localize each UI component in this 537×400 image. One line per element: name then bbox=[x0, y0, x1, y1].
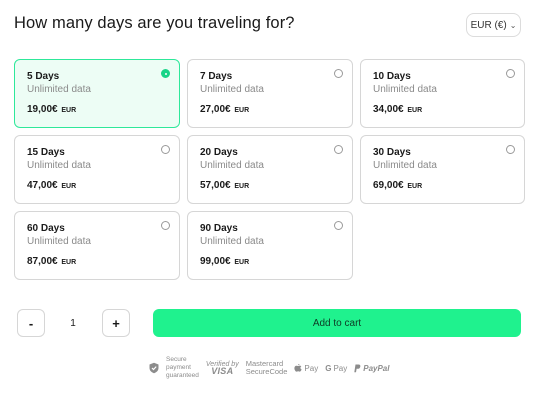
currency-selector[interactable]: EUR (€) ⌄ bbox=[466, 13, 521, 37]
apple-pay-logo: Pay bbox=[294, 363, 318, 373]
plan-days: 20 Days bbox=[200, 147, 238, 158]
secure-text-line: payment bbox=[166, 364, 191, 371]
shield-icon bbox=[149, 362, 159, 374]
plan-card-5-days[interactable]: 5 Days Unlimited data 19,00€ EUR bbox=[14, 59, 180, 128]
secure-text-line: Secure bbox=[166, 356, 187, 363]
plan-data: Unlimited data bbox=[27, 84, 91, 95]
paypal-icon bbox=[354, 364, 361, 372]
plan-days: 15 Days bbox=[27, 147, 65, 158]
chevron-down-icon: ⌄ bbox=[509, 20, 517, 30]
radio-selected-icon[interactable] bbox=[161, 69, 170, 78]
radio-icon[interactable] bbox=[506, 69, 515, 78]
radio-icon[interactable] bbox=[506, 145, 515, 154]
payment-methods: Secure payment guaranteed Verified by VI… bbox=[148, 355, 389, 381]
page-title: How many days are you traveling for? bbox=[14, 14, 295, 32]
plan-price: 47,00€ EUR bbox=[27, 180, 77, 191]
plan-data: Unlimited data bbox=[200, 236, 264, 247]
plan-price: 19,00€ EUR bbox=[27, 104, 77, 115]
plan-card-30-days[interactable]: 30 Days Unlimited data 69,00€ EUR bbox=[360, 135, 525, 204]
plan-days: 7 Days bbox=[200, 71, 233, 82]
secure-text-line: guaranteed bbox=[166, 372, 199, 379]
radio-icon[interactable] bbox=[334, 221, 343, 230]
apple-icon bbox=[294, 363, 303, 372]
plan-data: Unlimited data bbox=[373, 160, 437, 171]
radio-icon[interactable] bbox=[334, 145, 343, 154]
add-to-cart-button[interactable]: Add to cart bbox=[153, 309, 521, 337]
plan-price: 99,00€ EUR bbox=[200, 256, 250, 267]
plan-data: Unlimited data bbox=[200, 160, 264, 171]
plan-price: 27,00€ EUR bbox=[200, 104, 250, 115]
plan-card-10-days[interactable]: 10 Days Unlimited data 34,00€ EUR bbox=[360, 59, 525, 128]
google-g-icon: G bbox=[325, 363, 332, 373]
plan-days: 60 Days bbox=[27, 223, 65, 234]
plan-card-7-days[interactable]: 7 Days Unlimited data 27,00€ EUR bbox=[187, 59, 353, 128]
plan-days: 5 Days bbox=[27, 71, 60, 82]
plan-price: 69,00€ EUR bbox=[373, 180, 423, 191]
quantity-increase-button[interactable]: + bbox=[102, 309, 130, 337]
plan-data: Unlimited data bbox=[200, 84, 264, 95]
plan-price: 57,00€ EUR bbox=[200, 180, 250, 191]
currency-label: EUR (€) bbox=[470, 19, 507, 31]
plan-card-15-days[interactable]: 15 Days Unlimited data 47,00€ EUR bbox=[14, 135, 180, 204]
google-pay-logo: G Pay bbox=[325, 363, 348, 373]
plan-data: Unlimited data bbox=[27, 236, 91, 247]
secure-payment-badge: Secure payment guaranteed bbox=[148, 356, 199, 380]
quantity-decrease-button[interactable]: - bbox=[17, 309, 45, 337]
paypal-logo: PayPal bbox=[354, 364, 389, 373]
plan-card-60-days[interactable]: 60 Days Unlimited data 87,00€ EUR bbox=[14, 211, 180, 280]
plan-days: 90 Days bbox=[200, 223, 238, 234]
radio-icon[interactable] bbox=[334, 69, 343, 78]
plan-price: 87,00€ EUR bbox=[27, 256, 77, 267]
plan-card-90-days[interactable]: 90 Days Unlimited data 99,00€ EUR bbox=[187, 211, 353, 280]
radio-icon[interactable] bbox=[161, 221, 170, 230]
plan-card-20-days[interactable]: 20 Days Unlimited data 57,00€ EUR bbox=[187, 135, 353, 204]
plan-days: 30 Days bbox=[373, 147, 411, 158]
radio-icon[interactable] bbox=[161, 145, 170, 154]
mastercard-securecode-logo: Mastercard SecureCode bbox=[245, 359, 288, 376]
plan-data: Unlimited data bbox=[27, 160, 91, 171]
plan-grid: 5 Days Unlimited data 19,00€ EUR 7 Days … bbox=[14, 59, 525, 280]
plan-data: Unlimited data bbox=[373, 84, 437, 95]
plan-days: 10 Days bbox=[373, 71, 411, 82]
plan-price: 34,00€ EUR bbox=[373, 104, 423, 115]
verified-by-visa-logo: Verified by VISA bbox=[205, 360, 239, 376]
quantity-value: 1 bbox=[70, 317, 76, 329]
